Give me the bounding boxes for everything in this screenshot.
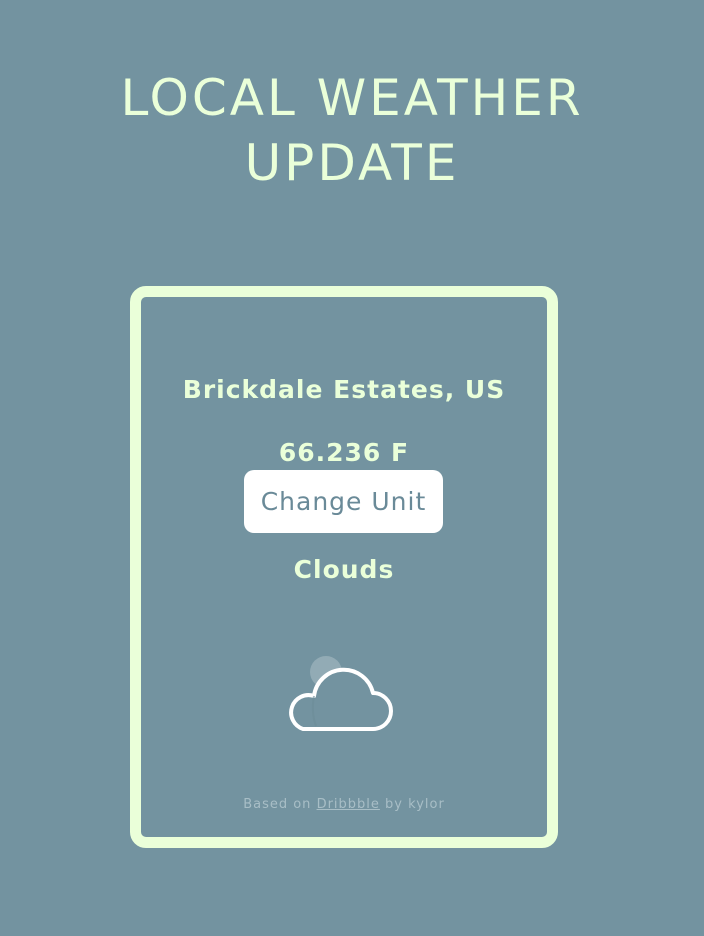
location-label: Brickdale Estates, US [182,375,506,404]
cloud-outline [289,667,393,731]
weather-card: Brickdale Estates, US 66.236 F Change Un… [130,286,558,848]
temperature-value: 66.236 F [278,438,410,467]
weather-condition: Clouds [293,555,395,584]
dribbble-link[interactable]: Dribbble [317,797,380,812]
page-title: LOCAL WEATHER UPDATE [0,66,704,196]
change-unit-button[interactable]: Change Unit [244,470,443,533]
footer-credit: Based on Dribbble by kylor [141,797,547,812]
cloud-icon [289,656,393,731]
footer-prefix: Based on [243,797,312,812]
footer-suffix: by kylor [385,797,445,812]
title-line-2: UPDATE [244,134,460,192]
title-line-1: LOCAL WEATHER [120,69,584,127]
